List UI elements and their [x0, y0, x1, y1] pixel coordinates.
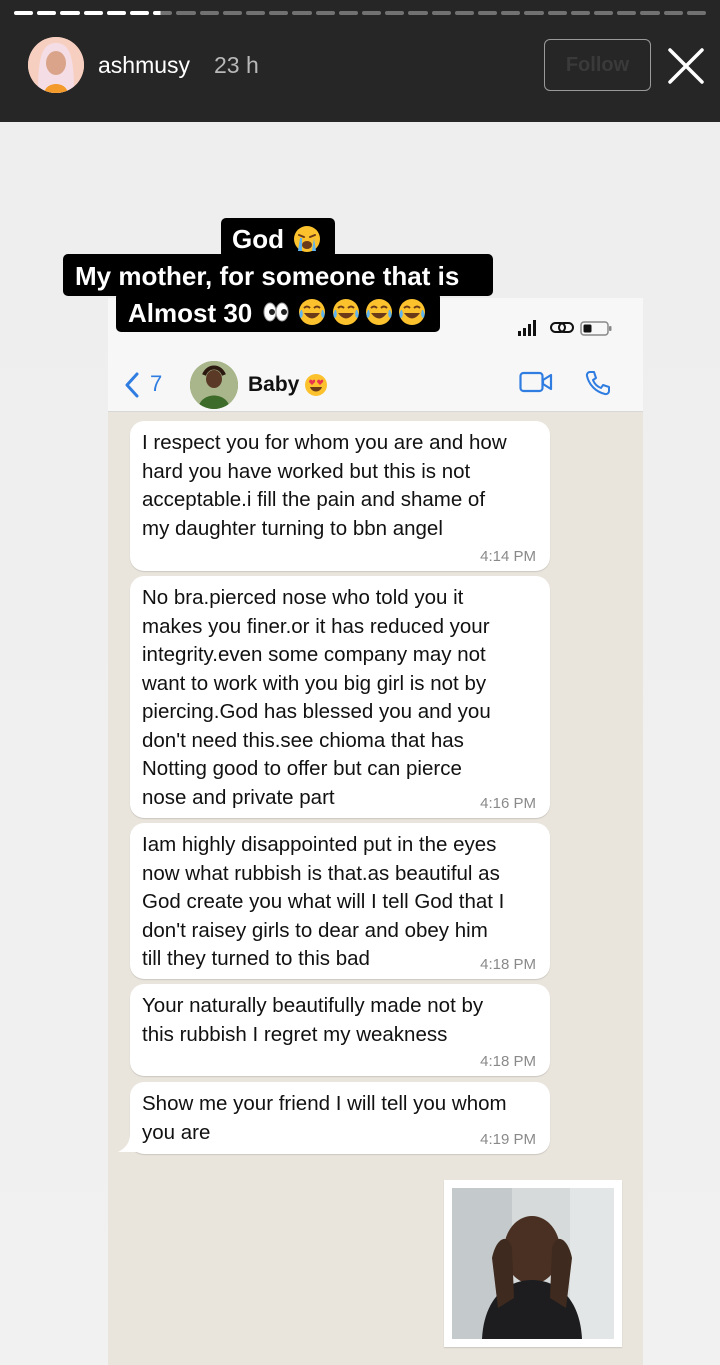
message-time: 4:19 PM [480, 1131, 536, 1148]
story-timestamp: 23 h [214, 52, 259, 78]
message-time: 4:16 PM [480, 795, 536, 812]
message-bubble[interactable]: No bra.pierced nose who told you it make… [130, 576, 550, 818]
story-progress-segment [408, 11, 428, 15]
message-text: acceptable.i fill the pain and shame of [142, 488, 486, 511]
crying-face-emoji-icon [294, 226, 320, 252]
battery-icon [580, 321, 612, 336]
caption-text: My mother, for someone that is [75, 261, 460, 291]
story-progress-segment [130, 11, 150, 15]
message-text: this rubbish I regret my weakness [142, 1022, 448, 1046]
message-bubble[interactable]: I respect you for whom you are and how h… [130, 421, 550, 571]
message-bubble[interactable]: Show me your friend I will tell you whom… [130, 1082, 550, 1154]
story-progress-segment [292, 11, 312, 15]
story-progress-segment [640, 11, 660, 15]
follow-button[interactable]: Follow [544, 39, 651, 91]
caption-text: Almost 30 [128, 298, 253, 328]
story-progress-segment [222, 11, 243, 15]
story-progress-segment [501, 11, 521, 15]
story-progress-segment [246, 11, 266, 15]
story-progress-segment [14, 11, 34, 15]
avatar[interactable] [28, 37, 84, 93]
story-progress-bar [14, 11, 707, 15]
story-progress-segment [362, 11, 382, 15]
message-text: you are [142, 1120, 211, 1144]
message-text: now what rubbish is that.as beautiful as [142, 861, 500, 885]
story-progress-segment [338, 11, 359, 15]
back-unread-count[interactable]: 7 [150, 371, 162, 397]
story-progress-segment [385, 11, 405, 15]
message-text: Notting good to offer but can pierce [142, 757, 462, 780]
message-text: my daughter turning to bbn angel [142, 516, 443, 540]
message-text: nose and private part [142, 785, 335, 809]
story-progress-segment [83, 11, 103, 15]
tears-of-joy-emoji-icon [299, 299, 325, 325]
message-list[interactable]: I respect you for whom you are and how h… [108, 412, 643, 1365]
chat-screenshot: 0:08 7 [108, 298, 643, 1365]
voice-call-icon[interactable] [584, 369, 612, 397]
bubble-tail [118, 1134, 140, 1152]
tears-of-joy-emoji-icon [366, 299, 392, 325]
story-progress-segment [454, 11, 475, 15]
message-text: Show me your friend I will tell you whom [142, 1092, 507, 1115]
photo-message[interactable] [444, 1180, 622, 1347]
contact-name[interactable]: Baby [248, 373, 299, 397]
story-progress-segment [547, 11, 567, 15]
signal-icon [518, 331, 521, 336]
message-time: 4:14 PM [480, 548, 536, 565]
message-text: hard you have worked but this is not [142, 459, 471, 483]
heart-eyes-emoji-icon [305, 374, 327, 396]
message-text: I respect you for whom you are and how [142, 431, 507, 454]
story-progress-segment [176, 11, 196, 15]
avatar-image [28, 37, 84, 93]
story-progress-segment [37, 11, 57, 15]
story-progress-segment [269, 11, 289, 15]
link-icon [550, 322, 574, 333]
tears-of-joy-emoji-icon [399, 299, 425, 325]
story-progress-segment [106, 11, 127, 15]
story-progress-segment [153, 11, 173, 15]
status-bar-icons [518, 320, 612, 336]
message-text: want to work with you big girl is not by [142, 671, 487, 695]
story-progress-segment [570, 11, 591, 15]
story-progress-segment [60, 11, 80, 15]
story-progress-segment [478, 11, 498, 15]
message-bubble[interactable]: Your naturally beautifully made not by t… [130, 984, 550, 1076]
eyes-emoji-icon [263, 302, 289, 322]
video-call-icon[interactable] [519, 370, 553, 394]
story-progress-segment [431, 11, 451, 15]
story-progress-segment [524, 11, 544, 15]
message-text: Your naturally beautifully made not by [142, 994, 484, 1017]
story-progress-segment [594, 11, 614, 15]
message-time: 4:18 PM [480, 956, 536, 973]
story-progress-segment [199, 11, 219, 15]
message-text: piercing.God has blessed you and you [142, 700, 491, 723]
story-header: ashmusy 23 h Follow [0, 0, 720, 122]
message-text: God create you what will I tell God that… [142, 890, 505, 913]
message-text: don't raisey girls to dear and obey him [142, 918, 488, 942]
story-progress-segment [686, 11, 707, 15]
message-text: Iam highly disappointed put in the eyes [142, 833, 497, 856]
message-text: don't need this.see chioma that has [142, 728, 464, 752]
message-text: makes you finer.or it has reduced your [142, 614, 490, 638]
story-progress-segment [663, 11, 683, 15]
back-chevron-icon[interactable] [122, 370, 142, 400]
message-text: till they turned to this bad [142, 947, 370, 970]
caption-text: God [232, 224, 284, 254]
message-text: No bra.pierced nose who told you it [142, 586, 464, 609]
close-icon[interactable] [664, 44, 708, 88]
story-progress-segment [617, 11, 637, 15]
tears-of-joy-emoji-icon [333, 299, 359, 325]
message-text: integrity.even some company may not [142, 643, 486, 666]
contact-avatar[interactable] [190, 361, 238, 409]
message-bubble[interactable]: Iam highly disappointed put in the eyes … [130, 823, 550, 979]
photo-thumbnail[interactable] [452, 1188, 614, 1339]
story-username[interactable]: ashmusy [98, 52, 190, 79]
story-progress-segment [315, 11, 335, 15]
message-time: 4:18 PM [480, 1053, 536, 1070]
